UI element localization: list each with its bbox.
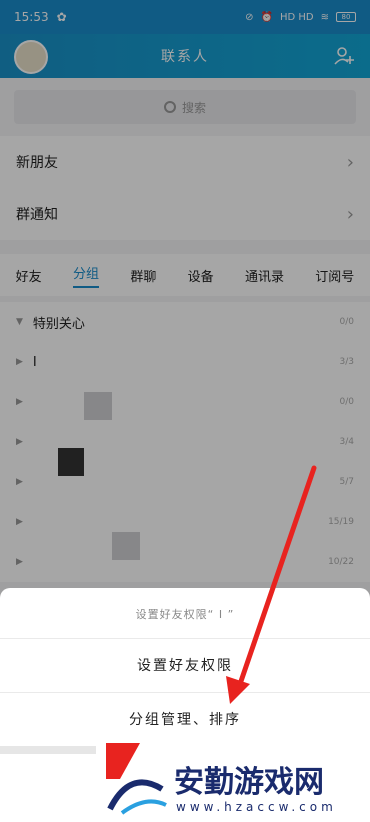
watermark-text: 安勤游戏网 <box>174 765 324 800</box>
watermark-url: www.hzaccw.com <box>176 800 337 814</box>
watermark: 安勤游戏网 www.hzaccw.com <box>100 736 370 822</box>
divider <box>0 638 370 639</box>
watermark-logo <box>106 743 167 815</box>
set-friend-permission-button[interactable]: 设置好友权限 <box>0 640 370 690</box>
divider <box>0 692 370 693</box>
sheet-title: 设置好友权限“ I ” <box>135 608 235 621</box>
divider <box>0 746 96 754</box>
